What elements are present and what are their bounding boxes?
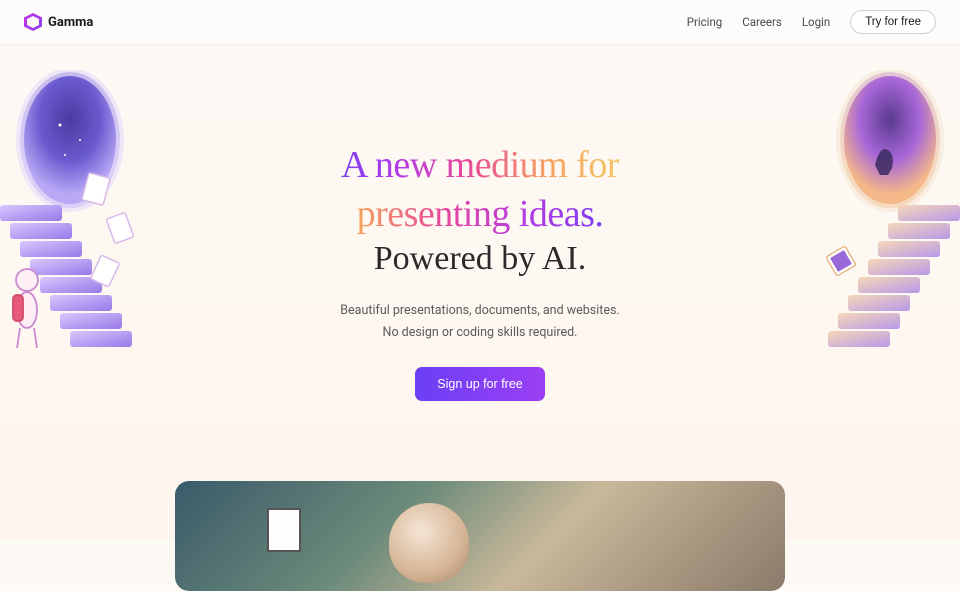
brand-name: Gamma [48, 15, 93, 30]
hero-subtitle: Beautiful presentations, documents, and … [0, 300, 960, 343]
nav-login[interactable]: Login [802, 15, 830, 29]
hero-video-preview[interactable] [175, 481, 785, 591]
hero-section: A new medium for presenting ideas. Power… [0, 45, 960, 401]
nav-careers[interactable]: Careers [742, 15, 782, 29]
headline-line2: presenting ideas. [357, 190, 604, 239]
logo[interactable]: Gamma [24, 13, 93, 31]
main-nav: Pricing Careers Login Try for free [687, 10, 936, 34]
subtitle-line1: Beautiful presentations, documents, and … [340, 303, 619, 318]
headline-line1: A new medium for [341, 141, 619, 190]
subtitle-line2: No design or coding skills required. [383, 325, 578, 340]
signup-button[interactable]: Sign up for free [415, 367, 544, 401]
top-header: Gamma Pricing Careers Login Try for free [0, 0, 960, 45]
hero-subheadline: Powered by AI. [0, 240, 960, 278]
nav-pricing[interactable]: Pricing [687, 15, 723, 29]
try-for-free-button[interactable]: Try for free [850, 10, 936, 34]
gamma-logo-icon [24, 13, 42, 31]
hero-headline: A new medium for presenting ideas. [0, 141, 960, 238]
